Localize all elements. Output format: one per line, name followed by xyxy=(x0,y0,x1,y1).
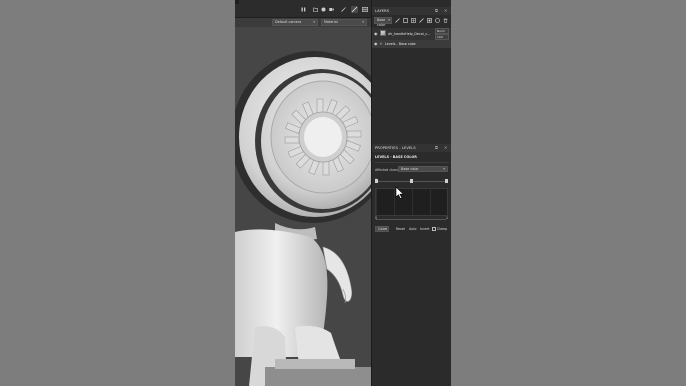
channel-select[interactable]: Base color ▾ xyxy=(374,17,392,27)
layers-title: LAYERS xyxy=(375,9,390,13)
close-icon[interactable]: ✕ xyxy=(444,7,447,15)
layers-header: LAYERS ⧉ ✕ xyxy=(372,7,451,15)
affected-channel-value: Base color xyxy=(401,167,419,171)
properties-subtitle: LEVELS - BASE COLOR xyxy=(375,155,417,159)
add-folder-icon[interactable] xyxy=(419,18,424,23)
delete-icon[interactable] xyxy=(443,18,448,23)
3d-viewport[interactable]: Default camera ▾ Material ▾ xyxy=(235,0,371,386)
auto-button[interactable]: Auto xyxy=(409,227,416,231)
histogram-cell xyxy=(376,189,394,215)
paint-icon[interactable] xyxy=(351,6,358,13)
video-icon[interactable] xyxy=(329,7,334,12)
brush-icon[interactable] xyxy=(341,7,346,12)
pause-icon[interactable] xyxy=(301,7,306,12)
3d-model-figure[interactable] xyxy=(235,27,371,386)
screen-background: Default camera ▾ Material ▾ LAYERS ⧉ ✕ B… xyxy=(0,0,686,386)
affected-channel-select[interactable]: Base color ▾ xyxy=(398,166,448,172)
reset-button[interactable]: Reset xyxy=(396,227,405,231)
viewport-select-bar: Default camera ▾ Material ▾ xyxy=(235,18,371,27)
mask-icon[interactable] xyxy=(427,18,432,23)
right-panel: LAYERS ⧉ ✕ Base color ▾ ◉ dir_handleHelp… xyxy=(371,0,451,386)
camera-icon[interactable] xyxy=(321,7,326,12)
eye-icon[interactable]: ◉ xyxy=(374,41,378,46)
layer-name: dir_handleHelp_Decal_c... xyxy=(388,32,431,36)
properties-title: PROPERTIES - LEVELS xyxy=(375,146,416,150)
close-icon[interactable]: ✕ xyxy=(444,144,447,152)
camera-select[interactable]: Default camera ▾ xyxy=(272,19,318,26)
chevron-down-icon: ▾ xyxy=(362,20,364,24)
viewport-toolbar xyxy=(235,0,371,18)
input-black-handle[interactable] xyxy=(374,179,378,183)
layer-row-effect[interactable]: ◉ ◭ Levels - Base color xyxy=(372,40,451,48)
material-select-label: Material xyxy=(324,20,338,24)
material-select[interactable]: Material ▾ xyxy=(321,19,367,26)
eye-icon[interactable]: ◉ xyxy=(374,31,378,36)
clamp-checkbox[interactable] xyxy=(432,227,436,231)
color-mode-select[interactable]: Color ▾ xyxy=(375,226,389,232)
histogram xyxy=(375,188,448,216)
mouse-cursor-icon xyxy=(395,186,405,199)
gamma-handle[interactable] xyxy=(409,179,413,183)
chevron-down-icon: ▾ xyxy=(385,227,387,231)
undock-icon[interactable]: ⧉ xyxy=(435,144,438,152)
channel-select-label: Base color xyxy=(377,18,386,27)
camera-select-label: Default camera xyxy=(275,20,302,24)
effect-icon[interactable] xyxy=(435,18,440,23)
divider xyxy=(375,162,449,163)
grid-icon[interactable] xyxy=(362,7,369,13)
layer-thumbnail xyxy=(380,30,386,36)
layer-row[interactable]: ◉ dir_handleHelp_Decal_c... Norm 100 xyxy=(372,28,451,40)
chevron-down-icon: ▾ xyxy=(443,167,445,171)
folder-icon[interactable] xyxy=(313,7,318,12)
add-icon[interactable] xyxy=(411,18,416,23)
histogram-cell xyxy=(412,189,430,215)
histogram-cell xyxy=(430,189,448,215)
fill-icon[interactable] xyxy=(403,18,408,23)
clamp-label: Clamp xyxy=(437,227,448,231)
undock-icon[interactable]: ⧉ xyxy=(435,7,438,15)
effect-name: Levels - Base color xyxy=(385,42,416,46)
properties-panel: LEVELS - BASE COLOR Affected channel: Ba… xyxy=(372,152,451,386)
brush-icon[interactable] xyxy=(395,18,400,23)
window-corner xyxy=(235,0,239,4)
levels-output-slider[interactable] xyxy=(376,219,446,220)
chevron-down-icon: ▾ xyxy=(388,18,390,22)
output-right-value: 1 xyxy=(446,216,449,220)
invert-button[interactable]: Invert xyxy=(420,227,429,231)
levels-effect-icon: ◭ xyxy=(380,41,383,45)
layers-toolbar: Base color ▾ xyxy=(372,16,451,27)
input-white-handle[interactable] xyxy=(444,179,448,183)
painter-window: Default camera ▾ Material ▾ LAYERS ⧉ ✕ B… xyxy=(235,0,451,386)
output-left-value: 0 xyxy=(375,216,378,220)
properties-header: PROPERTIES - LEVELS ⧉ ✕ xyxy=(372,144,451,152)
chevron-down-icon: ▾ xyxy=(313,20,315,24)
